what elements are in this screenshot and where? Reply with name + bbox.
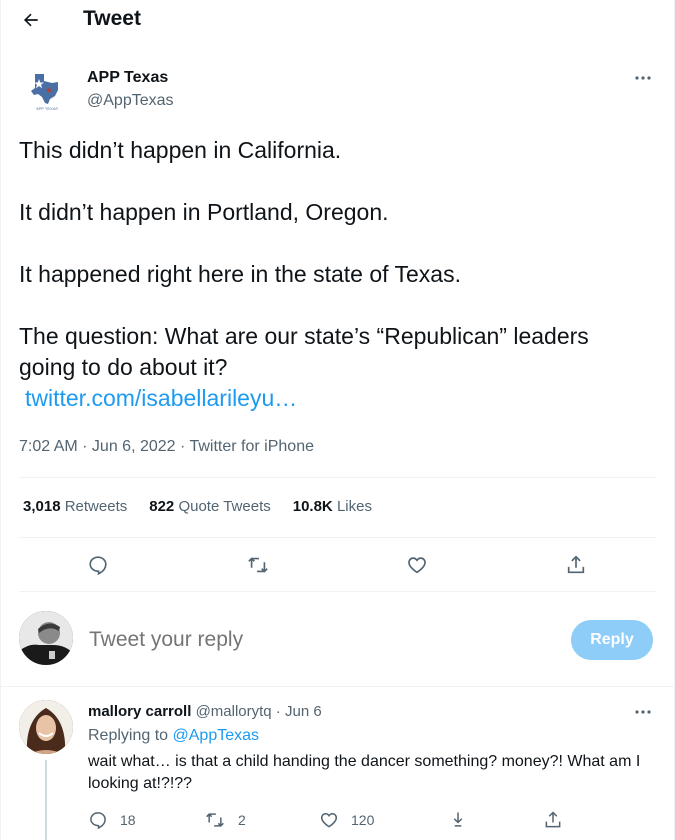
reply-author-handle[interactable]: @mallorytq [196,703,272,720]
reply-download-button[interactable] [448,808,468,832]
tweet-source[interactable]: Twitter for iPhone [189,438,314,455]
quotes-count: 822 [149,498,175,515]
column-border-left [0,0,1,840]
replying-to-label: Replying to [88,727,169,744]
retweets-label: Retweets [64,498,128,515]
tweet-line: The question: What are our state’s “Repu… [19,323,589,380]
current-user-avatar[interactable] [19,611,73,665]
tweet-line: It happened right here in the state of T… [19,261,461,287]
likes-count: 10.8K [292,498,333,515]
header: Tweet [0,0,675,40]
more-button[interactable] [633,68,653,88]
retweet-icon [248,557,268,573]
tweet-line: This didn’t happen in California. [19,137,342,163]
divider [19,537,656,538]
reply-author-avatar[interactable] [19,700,73,754]
like-button[interactable] [405,553,429,577]
retweets-count: 3,018 [23,498,61,515]
avatar-logo-text: APP TEXAS [36,106,58,111]
reply-text: wait what… is that a child handing the d… [88,753,641,792]
likes-stat[interactable]: 10.8K Likes [293,497,372,517]
tweet-time[interactable]: 7:02 AM [19,438,78,455]
reply-button[interactable] [86,553,110,577]
tweet-stats: 3,018 Retweets 822 Quote Tweets 10.8K Li… [23,497,394,517]
tweet-link[interactable]: twitter.com/isabellarileyu… [19,383,659,414]
reply-retweets-count: 2 [238,812,246,828]
reply-reply-button[interactable]: 18 [88,808,136,832]
divider [19,477,656,478]
user-photo-icon [19,611,73,665]
divider [19,591,656,592]
retweet-icon [206,813,224,827]
reply-icon [89,556,107,576]
back-button[interactable] [16,6,46,34]
reply-likes-count: 120 [351,812,375,828]
retweets-stat[interactable]: 3,018 Retweets [23,497,127,517]
more-icon [635,710,651,714]
tweet-actions [0,545,675,585]
replying-to: Replying to @AppTexas [88,726,259,746]
author-avatar[interactable]: APP TEXAS [24,66,70,112]
share-icon [567,555,585,574]
author-handle[interactable]: @AppTexas [87,91,174,111]
reply-replies-count: 18 [120,812,136,828]
retweet-button[interactable] [246,553,270,577]
tweet-line: It didn’t happen in Portland, Oregon. [19,199,389,225]
like-icon [408,557,426,574]
reply-retweet-button[interactable]: 2 [204,808,246,832]
app-texas-logo-icon: APP TEXAS [31,74,58,111]
reply-header: mallory carroll @mallorytq · Jun 6 [88,703,322,720]
thread-line [45,760,47,840]
tweet-text: This didn’t happen in California. It did… [19,135,659,414]
reply-share-button[interactable] [543,808,563,832]
divider [0,686,675,687]
reply-submit-button[interactable]: Reply [571,620,653,660]
reply-actions: 18 2 120 [88,808,658,832]
page-title: Tweet [83,7,141,30]
like-icon [320,812,338,828]
reply-more-button[interactable] [633,702,653,722]
reply-author-photo-icon [19,700,73,754]
download-icon [453,812,463,827]
tweet-date[interactable]: Jun 6, 2022 [92,438,176,455]
share-button[interactable] [564,553,588,577]
author-name[interactable]: APP Texas [87,68,168,88]
reply-date[interactable]: Jun 6 [285,703,322,720]
likes-label: Likes [336,498,372,515]
reply-icon [90,812,106,830]
quotes-label: Quote Tweets [178,498,271,515]
back-arrow-icon [23,13,38,27]
share-icon [545,811,561,828]
reply-input[interactable] [89,625,529,655]
replying-to-mention[interactable]: @AppTexas [173,727,260,744]
reply-author-name[interactable]: mallory carroll [88,703,191,720]
tweet-meta: 7:02 AM · Jun 6, 2022 · Twitter for iPho… [19,438,314,455]
reply-like-button[interactable]: 120 [319,808,374,832]
quote-tweets-stat[interactable]: 822 Quote Tweets [149,497,270,517]
more-icon [635,76,651,80]
